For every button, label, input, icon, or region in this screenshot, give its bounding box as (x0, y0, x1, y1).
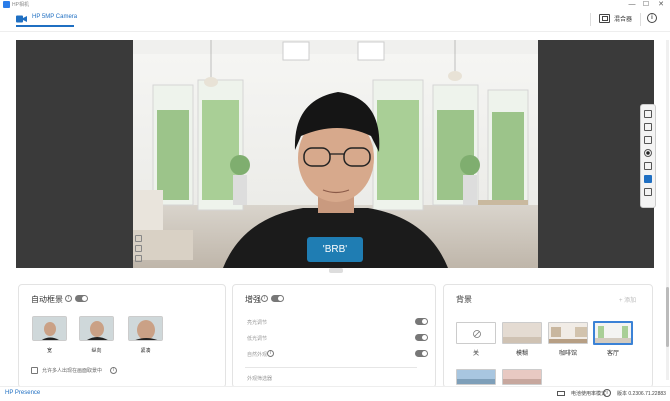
status-bar: HP Presence 电池使用率模式 i 版本 0.2306.71.22883 (0, 386, 670, 401)
background-panel: 背景 + 添加 关 模糊 咖啡馆 客厅 (443, 284, 653, 388)
no-background-icon (473, 330, 481, 338)
background-tile-label: 关 (472, 351, 479, 357)
add-background-button[interactable]: + 添加 (619, 295, 636, 304)
crop-icon[interactable] (135, 235, 142, 242)
hand-icon[interactable] (135, 255, 142, 262)
extra-background-preview (503, 370, 541, 384)
status-app-name: HP Presence (5, 390, 41, 396)
header-divider (590, 13, 591, 26)
frame-option-portrait[interactable] (79, 316, 114, 341)
enhance-row-label: 自然外观 (247, 352, 268, 358)
background-tile-off[interactable] (456, 322, 496, 344)
cafe-preview (549, 323, 587, 343)
multi-person-label: 允许多人出现在画面取景中 (42, 368, 103, 374)
frame-option-label: 紧凑 (140, 348, 151, 354)
battery-icon (557, 391, 565, 396)
enhance-row-toggle[interactable] (415, 350, 428, 357)
scrollbar-thumb[interactable] (666, 287, 669, 347)
mixer-button[interactable]: 混合器 (614, 14, 632, 23)
info-icon[interactable]: i (110, 367, 117, 374)
title-bar: HP相机 — ☐ ✕ (0, 0, 670, 10)
chevron-right-icon[interactable] (644, 188, 652, 196)
background-tile-blur[interactable] (502, 322, 542, 344)
mixer-icon[interactable] (599, 14, 610, 23)
lock-icon[interactable] (644, 175, 652, 183)
header-divider (640, 13, 641, 26)
background-tile-extra[interactable] (502, 369, 542, 385)
document-icon[interactable] (644, 123, 652, 131)
header: HP 5MP Camera 混合器 i (0, 10, 670, 32)
info-icon[interactable]: i (267, 350, 274, 357)
enhance-toggle[interactable] (271, 295, 284, 302)
brb-overlay-text[interactable]: 'BRB' (307, 237, 363, 262)
version-label: 版本 0.2306.71.22883 (617, 391, 666, 397)
background-title: 背景 (456, 295, 472, 304)
app-icon (3, 1, 10, 8)
info-icon[interactable]: i (65, 295, 72, 302)
tab-active-indicator (16, 25, 74, 27)
minimize-button[interactable]: — (626, 0, 638, 10)
power-mode-label[interactable]: 电池使用率模式 (571, 390, 606, 397)
extra-background-preview (457, 370, 495, 384)
enhance-title: 增强 (245, 295, 261, 304)
frame-portrait-preview (80, 317, 113, 340)
frame-option-label: 宽 (46, 348, 52, 354)
multi-person-checkbox[interactable] (31, 367, 38, 374)
frame-option-label: 纵向 (91, 348, 102, 354)
virtual-background-scene (133, 40, 538, 268)
background-tile-label: 模糊 (515, 351, 528, 357)
frame-tight-preview (129, 317, 162, 340)
enhance-row-label: 低光调节 (247, 336, 268, 342)
blur-preview (503, 323, 541, 343)
background-tile-label: 客厅 (606, 351, 619, 357)
info-icon[interactable]: i (647, 13, 657, 23)
close-button[interactable]: ✕ (655, 0, 667, 10)
auto-frame-toggle[interactable] (75, 295, 88, 302)
living-room-preview (595, 323, 631, 343)
collapse-handle[interactable] (329, 268, 343, 273)
enhance-panel: 增强 i 亮光调节 低光调节 自然外观 i 外观筛选器 (232, 284, 436, 388)
frame-option-wide[interactable] (32, 316, 67, 341)
enhance-row-toggle[interactable] (415, 318, 428, 325)
auto-frame-panel: 自动框景 i 宽 纵向 紧凑 允许多人出现在画面取景中 i (18, 284, 226, 388)
info-icon[interactable]: i (603, 389, 611, 397)
app-title: HP相机 (12, 2, 29, 8)
frame-icon[interactable] (135, 245, 142, 252)
auto-frame-title: 自动框景 (31, 295, 63, 304)
background-tile-cafe[interactable] (548, 322, 588, 344)
tab-camera[interactable]: HP 5MP Camera (32, 14, 77, 20)
enhance-row-toggle[interactable] (415, 334, 428, 341)
frame-wide-preview (33, 317, 66, 340)
popout-icon[interactable] (644, 110, 652, 118)
filters-label[interactable]: 外观筛选器 (247, 375, 272, 382)
camera-preview (16, 40, 654, 268)
snapshot-icon[interactable] (644, 136, 652, 144)
background-tile-extra[interactable] (456, 369, 496, 385)
maximize-button[interactable]: ☐ (640, 0, 652, 10)
camera-icon (16, 15, 27, 23)
enhance-row-label: 亮光调节 (247, 320, 268, 326)
info-icon[interactable]: i (261, 295, 268, 302)
record-icon[interactable] (644, 149, 652, 157)
divider (245, 367, 417, 368)
frame-option-tight[interactable] (128, 316, 163, 341)
background-tile-label: 咖啡馆 (558, 351, 577, 357)
preview-right-toolbar (640, 104, 656, 208)
background-tile-living-room[interactable] (593, 321, 633, 345)
preview-left-toolbar (134, 232, 144, 268)
broadcast-icon[interactable] (644, 162, 652, 170)
